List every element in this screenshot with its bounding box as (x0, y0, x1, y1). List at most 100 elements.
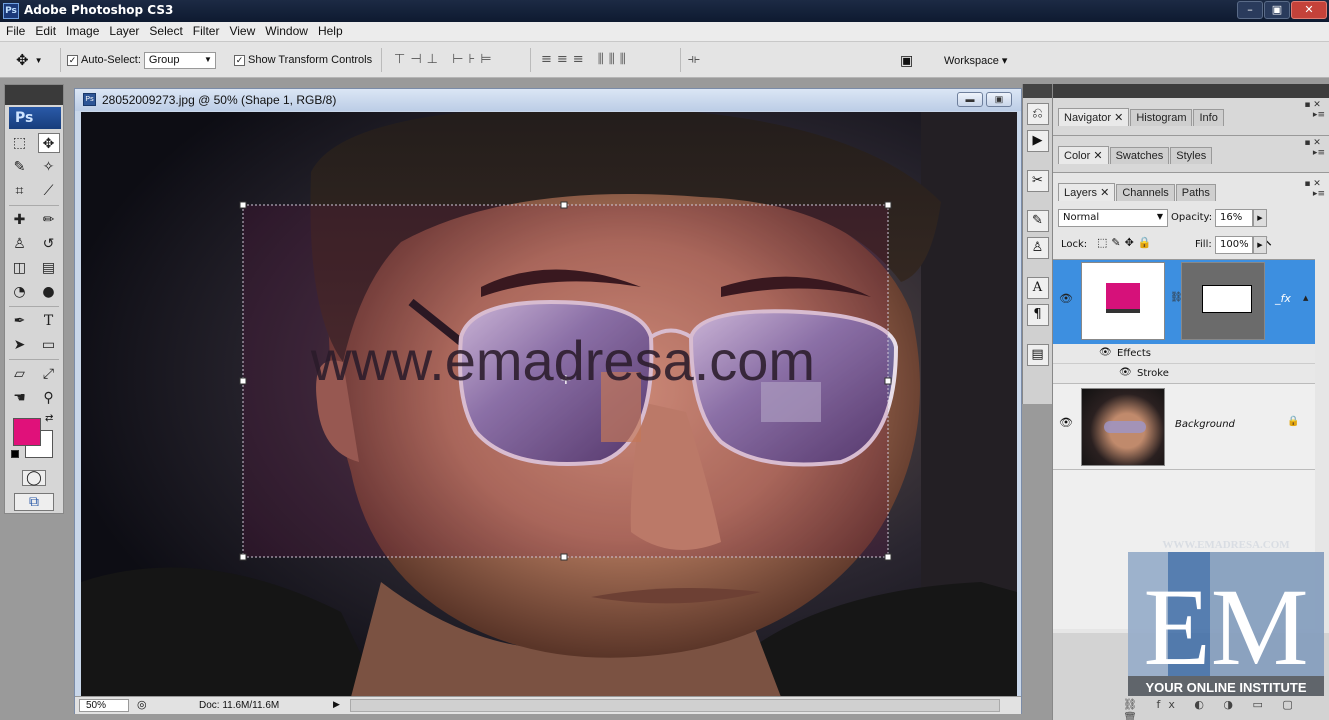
move-tool-icon[interactable]: ✥ (37, 133, 60, 153)
lock-icons[interactable]: ⬚✎✥🔒 (1097, 236, 1156, 249)
paragraph-panel-icon[interactable]: ¶ (1026, 304, 1049, 326)
brush-tool-icon[interactable]: ✏ (38, 210, 60, 230)
status-menu-arrow-icon[interactable]: ▶ (333, 699, 340, 710)
type-tool-icon[interactable]: T (38, 311, 60, 331)
menu-edit[interactable]: Edit (29, 22, 60, 38)
tab-swatches[interactable]: Swatches (1109, 147, 1170, 164)
clone-stamp-tool-icon[interactable]: ♙ (9, 234, 31, 254)
panel-menu-icon[interactable]: ▪ ✕ ▸≡ (1304, 179, 1325, 199)
history-panel-icon[interactable]: ⎌ (1026, 103, 1049, 125)
opacity-slider-arrow-icon[interactable]: ▶ (1253, 209, 1267, 227)
status-options-icon[interactable]: ◎ (137, 698, 147, 711)
tool-presets-icon[interactable]: ✂ (1026, 170, 1049, 192)
minimize-button[interactable]: – (1237, 1, 1263, 19)
slice-tool-icon[interactable]: ⟋ (38, 181, 60, 201)
clone-source-icon[interactable]: ♙ (1026, 237, 1049, 259)
layer-row-background[interactable]: 👁 Background 🔒 (1053, 384, 1315, 470)
menu-filter[interactable]: Filter (187, 22, 224, 38)
blend-mode-dropdown[interactable]: Normal ▼ (1058, 209, 1168, 227)
eye-icon[interactable]: 👁 (1099, 347, 1112, 358)
tab-layers[interactable]: Layers ✕ (1058, 183, 1116, 201)
zoom-tool-icon[interactable]: ⚲ (38, 388, 60, 408)
healing-brush-tool-icon[interactable]: ✚ (9, 210, 31, 230)
tab-histogram[interactable]: Histogram (1130, 109, 1193, 126)
swap-colors-icon[interactable]: ⇄ (45, 413, 53, 424)
doc-minimize-button[interactable]: ▬ (957, 92, 983, 107)
show-transform-checkbox[interactable]: ✓ (234, 54, 245, 66)
notes-tool-icon[interactable]: ▱ (9, 364, 31, 384)
auto-align-button[interactable]: ⟛ (688, 52, 705, 67)
menu-help[interactable]: Help (312, 22, 347, 38)
auto-select-label: Auto-Select: (81, 54, 141, 66)
effects-row[interactable]: 👁 Effects (1053, 344, 1315, 364)
fill-label: Fill: (1195, 239, 1212, 250)
bridge-icon[interactable]: ▣ (900, 42, 913, 78)
character-panel-icon[interactable]: A (1026, 277, 1049, 299)
panel-menu-icon[interactable]: ▪ ✕ ▸≡ (1304, 138, 1325, 158)
fx-icon[interactable]: _fx (1275, 292, 1291, 305)
tab-styles[interactable]: Styles (1170, 147, 1213, 164)
actions-panel-icon[interactable]: ▶ (1026, 130, 1049, 152)
quick-mask-icon[interactable]: ◯ (22, 470, 46, 486)
crop-tool-icon[interactable]: ⌗ (9, 181, 31, 201)
watermark-svg: WWW.EMADRESA.COM EM YOUR ONLINE INSTITUT… (1128, 539, 1324, 696)
brushes-panel-icon[interactable]: ✎ (1026, 210, 1049, 232)
menu-layer[interactable]: Layer (103, 22, 143, 38)
dodge-tool-icon[interactable]: ● (38, 282, 60, 302)
auto-select-checkbox[interactable]: ✓ (67, 54, 78, 66)
layer-comps-icon[interactable]: ▤ (1026, 344, 1049, 366)
layer-actions-bar[interactable]: ⛓ fx ◐ ◑ ▭ ▢ 🗑 (1123, 698, 1329, 720)
close-button[interactable]: ✕ (1291, 1, 1327, 19)
hand-tool-icon[interactable]: ☚ (9, 388, 31, 408)
fill-field[interactable]: 100% (1215, 236, 1253, 254)
eye-icon[interactable]: 👁 (1059, 416, 1073, 429)
eyedropper-tool-icon[interactable]: ⤢ (38, 364, 60, 384)
workspace-button[interactable]: Workspace ▾ (944, 42, 1007, 78)
move-tool-preset-icon[interactable]: ✥ ▼ (16, 42, 43, 78)
collapse-arrow-icon[interactable]: ▲ (1303, 294, 1308, 302)
panel-menu-icon[interactable]: ▪ ✕ ▸≡ (1304, 100, 1325, 120)
photoshop-window: Ps Adobe Photoshop CS3 – ▣ ✕ File Edit Ima… (0, 0, 1329, 720)
layer-row-shape[interactable]: 👁 ⛓ _fx ▲ (1053, 260, 1315, 344)
tab-channels[interactable]: Channels (1116, 184, 1175, 201)
image-canvas[interactable]: ✛ www.emadresa.com (81, 112, 1017, 697)
blur-tool-icon[interactable]: ◔ (9, 282, 31, 302)
doc-maximize-button[interactable]: ▣ (986, 92, 1012, 107)
eraser-tool-icon[interactable]: ◫ (9, 258, 31, 278)
lasso-tool-icon[interactable]: ✎ (9, 157, 31, 177)
tab-color[interactable]: Color ✕ (1058, 146, 1109, 164)
horizontal-scrollbar[interactable] (350, 699, 1000, 712)
opacity-field[interactable]: 16% (1215, 209, 1253, 227)
pen-tool-icon[interactable]: ✒ (9, 311, 31, 331)
distribute-buttons[interactable]: ≡≡≡ ⫼⫼⫼ (541, 52, 631, 67)
fill-slider-arrow-icon[interactable]: ▶ (1253, 236, 1267, 254)
history-brush-tool-icon[interactable]: ↺ (38, 234, 60, 254)
default-colors-icon[interactable] (11, 450, 19, 458)
tab-paths[interactable]: Paths (1175, 184, 1216, 201)
document-icon: Ps (83, 93, 96, 106)
rectangle-tool-icon[interactable]: ▭ (38, 335, 60, 355)
auto-select-dropdown[interactable]: Group ▼ (143, 51, 216, 69)
tab-navigator[interactable]: Navigator ✕ (1058, 108, 1130, 126)
document-window: Ps 28052009273.jpg @ 50% (Shape 1, RGB/8… (74, 88, 1022, 714)
menu-file[interactable]: File (0, 22, 29, 38)
eye-icon[interactable]: 👁 (1059, 292, 1073, 305)
menu-window[interactable]: Window (259, 22, 312, 38)
stroke-effect-row[interactable]: 👁 Stroke (1053, 364, 1315, 384)
magic-wand-tool-icon[interactable]: ✧ (38, 157, 60, 177)
dock-header (1023, 84, 1052, 98)
align-buttons[interactable]: ⊤⊣⊥ ⊢⊦⊨ (394, 52, 497, 67)
path-selection-tool-icon[interactable]: ➤ (9, 335, 31, 355)
zoom-field[interactable]: 50% (79, 699, 129, 712)
gradient-tool-icon[interactable]: ▤ (38, 258, 60, 278)
doc-size: Doc: 11.6M/11.6M (199, 700, 280, 711)
screen-mode-icon[interactable]: ⧉ (14, 493, 54, 511)
menu-view[interactable]: View (223, 22, 259, 38)
tab-info[interactable]: Info (1193, 109, 1224, 126)
marquee-tool-icon[interactable]: ⬚ (9, 133, 31, 153)
eye-icon[interactable]: 👁 (1119, 367, 1132, 378)
foreground-color-swatch[interactable] (13, 418, 41, 446)
maximize-button[interactable]: ▣ (1264, 1, 1290, 19)
menu-select[interactable]: Select (143, 22, 186, 38)
menu-image[interactable]: Image (60, 22, 103, 38)
